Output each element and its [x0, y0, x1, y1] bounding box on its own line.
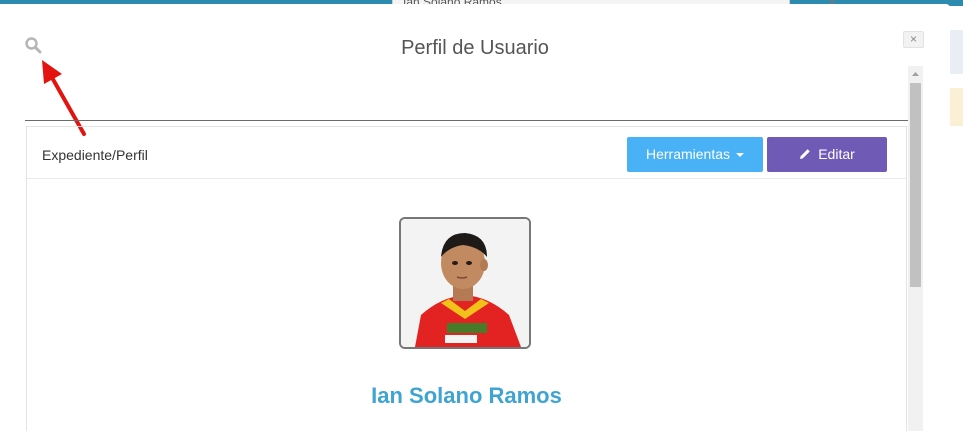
- header-divider: [25, 120, 908, 121]
- panel-header: Expediente/Perfil Herramientas Editar: [27, 127, 906, 179]
- modal-scrollbar[interactable]: [908, 66, 923, 431]
- profile-panel: Expediente/Perfil Herramientas Editar Ia…: [26, 126, 907, 431]
- breadcrumb: Expediente/Perfil: [42, 147, 148, 163]
- pencil-icon: [800, 149, 811, 160]
- edit-button-label: Editar: [818, 146, 855, 162]
- close-button[interactable]: ×: [903, 31, 924, 48]
- avatar-photo: [401, 219, 529, 347]
- user-profile-modal: Perfil de Usuario × Expediente/Perfil He…: [0, 4, 950, 431]
- user-name: Ian Solano Ramos: [371, 383, 562, 408]
- tools-dropdown-button[interactable]: Herramientas: [627, 137, 763, 172]
- modal-title: Perfil de Usuario: [401, 37, 549, 59]
- tools-button-label: Herramientas: [645, 146, 731, 162]
- avatar: [399, 217, 531, 349]
- scrollbar-thumb[interactable]: [910, 83, 921, 287]
- scroll-up-arrow-icon[interactable]: [908, 66, 923, 82]
- background-right-edge: [950, 6, 963, 427]
- caret-down-icon: [736, 153, 745, 158]
- edit-button[interactable]: Editar: [767, 137, 887, 172]
